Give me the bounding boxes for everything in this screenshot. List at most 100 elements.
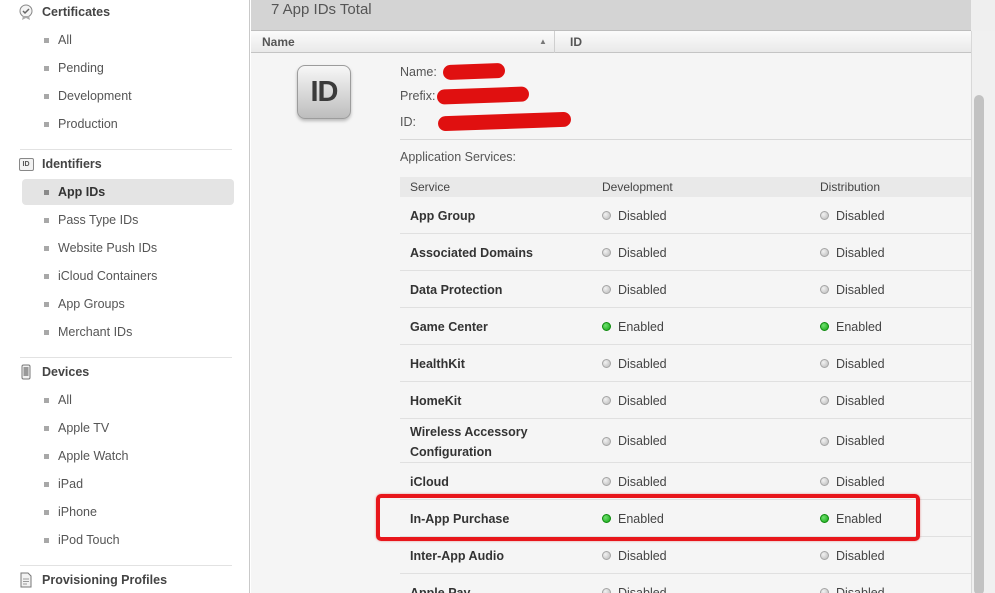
sidebar-divider: [20, 357, 232, 358]
device-icon: [18, 364, 34, 380]
sidebar-item-merchant-ids[interactable]: Merchant IDs: [22, 319, 234, 345]
sidebar-item-production[interactable]: Production: [22, 111, 234, 137]
sidebar-item-label: All: [58, 33, 72, 47]
service-row: Associated Domains Disabled Disabled: [400, 234, 971, 271]
app-id-icon-text: ID: [310, 75, 339, 108]
status-text: Enabled: [836, 319, 882, 334]
sidebar-item-ipad[interactable]: iPad: [22, 471, 234, 497]
sidebar-item-label: Production: [58, 117, 118, 131]
service-name: Wireless Accessory Configuration: [410, 425, 528, 459]
bullet-icon: [44, 425, 49, 431]
sidebar-divider: [20, 149, 232, 150]
bullet-icon: [44, 217, 49, 223]
status-disabled-icon: [820, 396, 829, 405]
app-ids-total: 7 App IDs Total: [271, 1, 372, 18]
bullet-icon: [44, 189, 49, 195]
sidebar-item-label: Pending: [58, 61, 104, 75]
sidebar-section-certificates[interactable]: Certificates: [18, 1, 110, 23]
sidebar-item-iphone[interactable]: iPhone: [22, 499, 234, 525]
sidebar-item-app-groups[interactable]: App Groups: [22, 291, 234, 317]
service-name: Associated Domains: [410, 245, 533, 260]
service-development-status: Disabled: [602, 393, 667, 409]
status-disabled-icon: [602, 248, 611, 257]
id-badge: ID: [18, 157, 34, 171]
status-disabled-icon: [820, 359, 829, 368]
status-text: Disabled: [618, 474, 667, 489]
status-disabled-icon: [602, 285, 611, 294]
sidebar-item-devices-all[interactable]: All: [22, 387, 234, 413]
status-text: Disabled: [618, 585, 667, 593]
sidebar-item-icloud-containers[interactable]: iCloud Containers: [22, 263, 234, 289]
sidebar-item-ipod-touch[interactable]: iPod Touch: [22, 527, 234, 553]
status-text: Disabled: [618, 434, 667, 448]
sidebar-divider: [20, 565, 232, 566]
status-text: Disabled: [836, 282, 885, 297]
service-distribution-status: Disabled: [820, 393, 885, 409]
development-column-label: Development: [602, 180, 673, 194]
sidebar-item-apple-watch[interactable]: Apple Watch: [22, 443, 234, 469]
meta-divider: [400, 139, 971, 140]
bullet-icon: [44, 301, 49, 307]
column-name-label: Name: [262, 35, 295, 49]
bullet-icon: [44, 37, 49, 43]
column-id[interactable]: ID: [555, 31, 971, 53]
service-name: HealthKit: [410, 356, 465, 371]
service-development-status: Disabled: [602, 474, 667, 490]
service-development-status: Disabled: [602, 208, 667, 224]
status-text: Disabled: [836, 434, 885, 448]
status-enabled-icon: [820, 322, 829, 331]
sidebar-item-label: App Groups: [58, 297, 125, 311]
status-disabled-icon: [820, 211, 829, 220]
scroll-thumb[interactable]: [974, 95, 984, 593]
bullet-icon: [44, 245, 49, 251]
sidebar-section-title: Certificates: [42, 5, 111, 19]
sidebar-section-title: Devices: [42, 365, 90, 379]
sidebar-item-pending[interactable]: Pending: [22, 55, 234, 81]
highlight-annotation: [376, 494, 920, 541]
bullet-icon: [44, 537, 49, 543]
scrollbar[interactable]: [971, 31, 995, 593]
service-distribution-status: Enabled: [820, 319, 882, 335]
service-row: Game Center Enabled Enabled: [400, 308, 971, 345]
status-disabled-icon: [820, 551, 829, 560]
document-icon: [18, 572, 34, 588]
redaction-mark: [437, 111, 572, 132]
service-name: HomeKit: [410, 393, 462, 408]
status-text: Disabled: [618, 245, 667, 260]
bullet-icon: [44, 453, 49, 459]
total-bar: 7 App IDs Total: [251, 0, 971, 31]
service-row: HomeKit Disabled Disabled: [400, 382, 971, 419]
sidebar-item-development[interactable]: Development: [22, 83, 234, 109]
status-disabled-icon: [820, 285, 829, 294]
sidebar-item-app-ids[interactable]: App IDs: [22, 179, 234, 205]
redaction-mark: [436, 86, 530, 105]
sidebar-item-label: Apple Watch: [58, 449, 129, 463]
sidebar-item-certificates-all[interactable]: All: [22, 27, 234, 53]
sidebar-item-pass-type-ids[interactable]: Pass Type IDs: [22, 207, 234, 233]
bullet-icon: [44, 121, 49, 127]
service-development-status: Enabled: [602, 319, 664, 335]
status-disabled-icon: [820, 248, 829, 257]
service-development-status: Disabled: [602, 282, 667, 298]
status-disabled-icon: [820, 436, 829, 446]
sidebar-item-apple-tv[interactable]: Apple TV: [22, 415, 234, 441]
sidebar-item-label: Apple TV: [58, 421, 110, 435]
sidebar-section-provisioning-profiles[interactable]: Provisioning Profiles: [18, 569, 167, 591]
status-text: Disabled: [836, 356, 885, 371]
column-name[interactable]: Name ▲: [251, 31, 555, 53]
service-distribution-status: Disabled: [820, 548, 885, 564]
service-row: Wireless Accessory Configuration Disabled…: [400, 419, 971, 463]
sidebar-section-devices[interactable]: Devices: [18, 361, 89, 383]
application-services-label: Application Services:: [400, 150, 517, 164]
status-disabled-icon: [602, 396, 611, 405]
sidebar-section-identifiers[interactable]: ID Identifiers: [18, 153, 102, 175]
status-disabled-icon: [602, 477, 611, 486]
sidebar-item-label: All: [58, 393, 72, 407]
status-text: Disabled: [836, 208, 885, 223]
column-id-label: ID: [570, 35, 582, 49]
sidebar-item-website-push-ids[interactable]: Website Push IDs: [22, 235, 234, 261]
status-disabled-icon: [820, 477, 829, 486]
service-distribution-status: Disabled: [820, 585, 885, 593]
sidebar-item-label: iPod Touch: [58, 533, 120, 547]
services-table-header: Service Development Distribution: [400, 177, 971, 197]
